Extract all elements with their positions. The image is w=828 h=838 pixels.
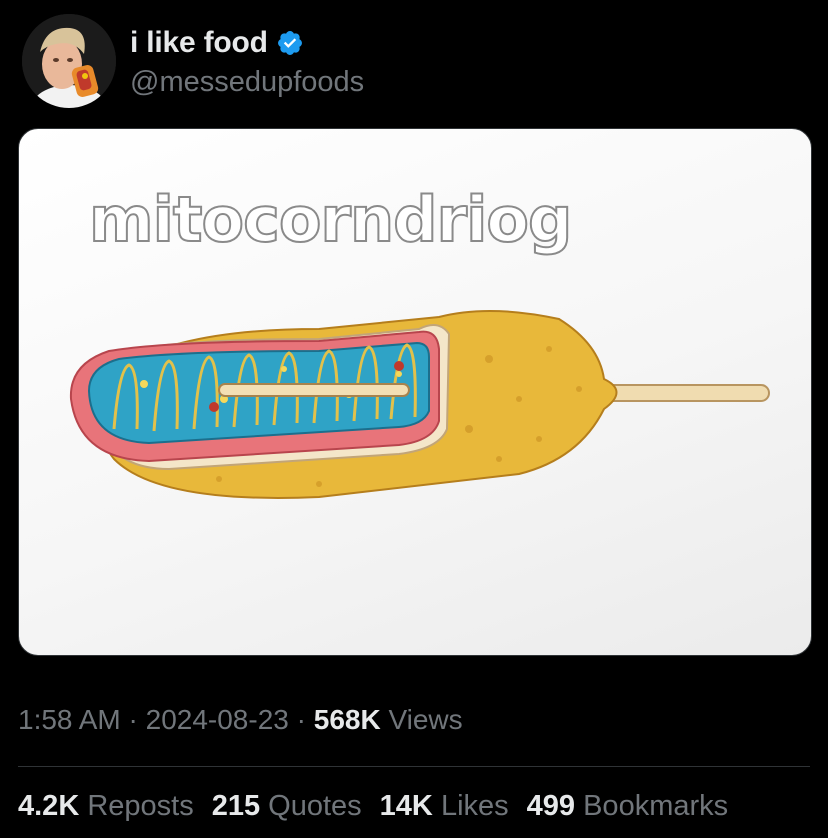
divider	[18, 766, 810, 767]
likes-stat[interactable]: 14K Likes	[380, 790, 509, 823]
views-count: 568K	[313, 704, 381, 735]
bookmarks-stat[interactable]: 499 Bookmarks	[527, 790, 729, 823]
author-display-name[interactable]: i like food	[130, 26, 268, 60]
tweet-date[interactable]: 2024-08-23	[146, 704, 289, 735]
tweet-time[interactable]: 1:58 AM	[18, 704, 121, 735]
likes-label: Likes	[440, 790, 509, 822]
author-name-row[interactable]: i like food	[130, 26, 304, 60]
reposts-stat[interactable]: 4.2K Reposts	[18, 790, 194, 823]
corndog-mitochondria-illustration	[69, 310, 770, 499]
quotes-label: Quotes	[268, 790, 362, 822]
tweet-image[interactable]: mitocorndriog	[18, 128, 812, 656]
separator: ·	[296, 704, 306, 735]
reposts-count: 4.2K	[18, 790, 80, 822]
quotes-count: 215	[211, 790, 261, 822]
quotes-stat[interactable]: 215 Quotes	[212, 790, 362, 823]
tweet-meta: 1:58 AM · 2024-08-23 · 568K Views	[18, 704, 463, 736]
avatar-image	[22, 14, 116, 108]
verified-badge-icon[interactable]	[276, 29, 304, 57]
author-avatar[interactable]	[22, 14, 116, 108]
engagement-stats: 4.2K Reposts 215 Quotes 14K Likes 499 Bo…	[18, 790, 728, 823]
bookmarks-count: 499	[526, 790, 576, 822]
bookmarks-label: Bookmarks	[583, 790, 729, 822]
separator: ·	[128, 704, 138, 735]
reposts-label: Reposts	[87, 790, 194, 822]
tweet-header: i like food @messedupfoods	[22, 14, 802, 114]
likes-count: 14K	[379, 790, 433, 822]
author-handle[interactable]: @messedupfoods	[130, 66, 364, 99]
views-label: Views	[388, 704, 463, 735]
